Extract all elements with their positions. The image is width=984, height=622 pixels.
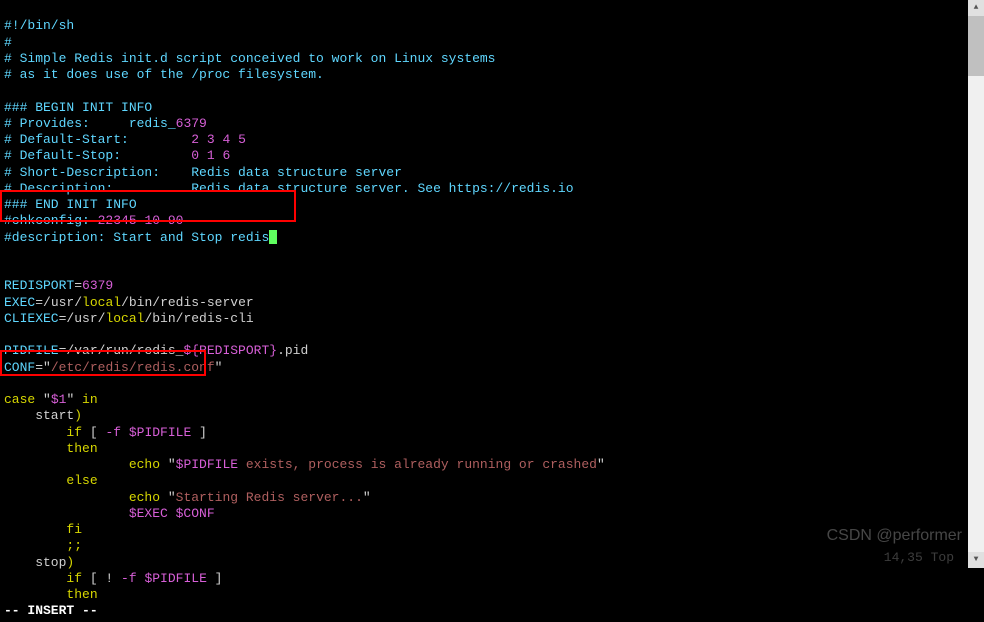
code-line: # bbox=[4, 35, 12, 50]
code-line: stop) bbox=[4, 555, 74, 570]
vim-position-indicator: 14,35 Top bbox=[884, 550, 954, 566]
code-line: then bbox=[4, 587, 98, 602]
code-line: #description: Start and Stop redis bbox=[4, 230, 277, 245]
cursor-icon bbox=[269, 230, 277, 244]
code-line: # Default-Stop: 0 1 6 bbox=[4, 148, 230, 163]
code-line: # as it does use of the /proc filesystem… bbox=[4, 67, 324, 82]
scrollbar-down-icon[interactable]: ▼ bbox=[968, 552, 984, 568]
code-line: ### BEGIN INIT INFO bbox=[4, 100, 152, 115]
code-line: else bbox=[4, 473, 98, 488]
code-line: start) bbox=[4, 408, 82, 423]
code-line: # Short-Description: Redis data structur… bbox=[4, 165, 402, 180]
code-line: if [ -f $PIDFILE ] bbox=[4, 425, 207, 440]
scrollbar-thumb[interactable] bbox=[968, 16, 984, 76]
code-line: ;; bbox=[4, 538, 82, 553]
code-line: case "$1" in bbox=[4, 392, 98, 407]
scrollbar[interactable]: ▲ ▼ bbox=[968, 0, 984, 568]
code-line: echo "Starting Redis server..." bbox=[4, 490, 371, 505]
code-line: then bbox=[4, 441, 98, 456]
code-line: if [ ! -f $PIDFILE ] bbox=[4, 571, 222, 586]
code-line: $EXEC $CONF bbox=[4, 506, 215, 521]
code-line: # Default-Start: 2 3 4 5 bbox=[4, 132, 246, 147]
code-line: # Provides: redis_6379 bbox=[4, 116, 207, 131]
code-line: PIDFILE=/var/run/redis_${REDISPORT}.pid bbox=[4, 343, 308, 358]
code-line: CLIEXEC=/usr/local/bin/redis-cli bbox=[4, 311, 254, 326]
watermark: CSDN @performer bbox=[827, 526, 962, 546]
code-line: #!/bin/sh bbox=[4, 18, 74, 33]
code-line: fi bbox=[4, 522, 82, 537]
vim-mode-indicator: -- INSERT -- bbox=[4, 603, 98, 618]
code-line: #chkconfig: 22345 10 90 bbox=[4, 213, 183, 228]
code-line: EXEC=/usr/local/bin/redis-server bbox=[4, 295, 254, 310]
code-line: # Simple Redis init.d script conceived t… bbox=[4, 51, 495, 66]
code-line: echo "$PIDFILE exists, process is alread… bbox=[4, 457, 605, 472]
scrollbar-up-icon[interactable]: ▲ bbox=[968, 0, 984, 16]
code-line: ### END INIT INFO bbox=[4, 197, 137, 212]
code-line: # Description: Redis data structure serv… bbox=[4, 181, 574, 196]
code-line: REDISPORT=6379 bbox=[4, 278, 113, 293]
code-line: CONF="/etc/redis/redis.conf" bbox=[4, 360, 222, 375]
